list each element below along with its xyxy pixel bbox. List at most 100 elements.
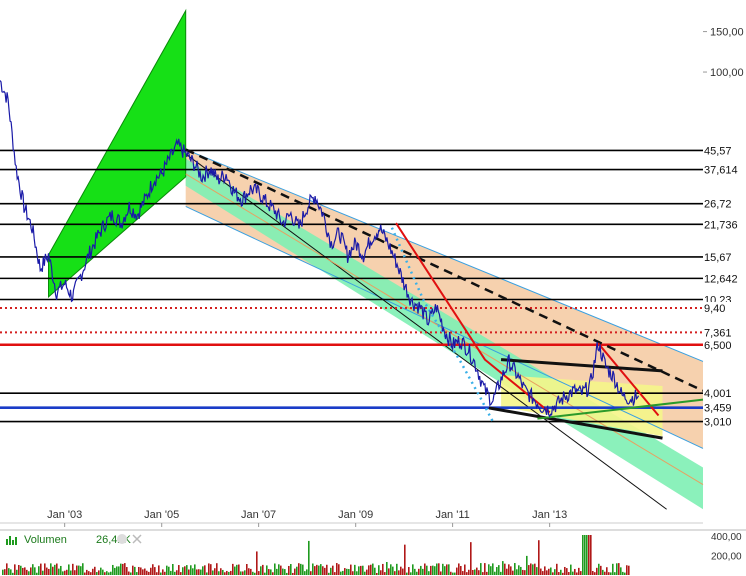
volume-bar xyxy=(394,571,396,575)
volume-bar xyxy=(432,565,434,575)
volume-bar xyxy=(12,572,14,575)
volume-bar xyxy=(94,566,96,575)
volume-bar xyxy=(312,563,314,575)
volume-bar xyxy=(354,564,356,575)
volume-bar xyxy=(150,567,152,575)
volume-bar xyxy=(234,566,236,575)
volume-bar xyxy=(290,564,292,575)
volume-bar xyxy=(244,570,246,575)
volume-bar xyxy=(498,565,500,575)
volume-bar xyxy=(34,567,36,575)
volume-bar xyxy=(74,570,76,575)
volume-bar xyxy=(54,564,56,575)
volume-bar xyxy=(318,565,320,575)
volume-bar xyxy=(256,551,258,575)
volume-bar xyxy=(242,571,244,575)
volume-bar xyxy=(518,565,520,575)
volume-bar xyxy=(342,570,344,575)
volume-bar xyxy=(344,568,346,575)
volume-bar xyxy=(6,563,8,575)
volume-bar xyxy=(412,564,414,575)
volume-bar xyxy=(28,571,30,575)
volume-bar xyxy=(596,567,598,575)
volume-bar xyxy=(258,571,260,575)
volume-bar xyxy=(212,570,214,575)
volume-bar xyxy=(452,572,454,575)
volume-bar xyxy=(88,571,90,575)
volume-bar xyxy=(178,565,180,575)
volume-bar xyxy=(266,565,268,575)
volume-bar xyxy=(228,571,230,575)
volume-bar xyxy=(392,566,394,575)
volume-bar xyxy=(594,572,596,575)
volume-bar xyxy=(304,571,306,575)
volume-bar xyxy=(218,571,220,575)
volume-bar xyxy=(126,567,128,575)
volume-bar xyxy=(166,565,168,575)
x-tick-label-1: Jan '05 xyxy=(144,509,179,521)
volume-bar xyxy=(130,572,132,575)
volume-bar xyxy=(422,568,424,575)
volume-bar xyxy=(230,570,232,575)
volume-bar xyxy=(322,566,324,575)
volume-bar xyxy=(516,569,518,575)
volume-bar xyxy=(470,542,472,575)
volume-bar xyxy=(296,566,298,575)
x-tick-label-0: Jan '03 xyxy=(47,509,82,521)
volume-bar xyxy=(616,563,618,575)
volume-bar xyxy=(430,565,432,575)
volume-bar xyxy=(236,564,238,575)
volume-bar xyxy=(246,564,248,575)
volume-bar xyxy=(482,572,484,575)
volume-bar xyxy=(200,569,202,575)
volume-bar xyxy=(252,571,254,575)
volume-bar xyxy=(110,571,112,575)
volume-bar xyxy=(558,572,560,575)
volume-bar xyxy=(278,564,280,575)
volume-bar xyxy=(360,565,362,575)
volume-bar xyxy=(250,568,252,575)
volume-bar xyxy=(358,566,360,575)
volume-bar xyxy=(168,566,170,575)
volume-bar xyxy=(538,540,540,575)
level-label-10: 4,001 xyxy=(704,388,732,400)
volume-bar xyxy=(510,566,512,575)
volume-bar xyxy=(386,562,388,575)
volume-bar xyxy=(310,571,312,575)
close-icon xyxy=(132,534,142,544)
volume-bar xyxy=(52,566,54,575)
volume-bar xyxy=(462,571,464,575)
volume-bar xyxy=(458,563,460,575)
volume-bar xyxy=(40,563,42,575)
volume-bar xyxy=(528,565,530,575)
volume-bar xyxy=(424,563,426,575)
level-label-7: 9,40 xyxy=(704,303,725,315)
volume-bar xyxy=(80,566,82,575)
volume-bar xyxy=(64,570,66,575)
volume-bar xyxy=(254,572,256,575)
volume-bar xyxy=(328,572,330,575)
volume-bar xyxy=(100,567,102,575)
volume-bar xyxy=(132,565,134,575)
volume-bar xyxy=(460,565,462,575)
volume-bar xyxy=(118,566,120,575)
volume-bar xyxy=(232,563,234,575)
volume-bar xyxy=(450,571,452,575)
dashed-resistance-line xyxy=(185,148,704,392)
volume-bar xyxy=(338,564,340,575)
volume-bar xyxy=(62,571,64,575)
volume-bar xyxy=(508,564,510,575)
volume-bar xyxy=(442,563,444,575)
volume-tick-label-0: 400,00 xyxy=(711,532,742,543)
volume-bar xyxy=(620,567,622,575)
volume-bar xyxy=(348,569,350,575)
volume-bar xyxy=(468,569,470,575)
level-label-9: 6,500 xyxy=(704,340,732,352)
volume-bar xyxy=(628,565,630,575)
volume-bar xyxy=(478,570,480,575)
volume-bar xyxy=(216,563,218,575)
volume-bar xyxy=(456,567,458,575)
volume-bar xyxy=(580,571,582,575)
volume-bar xyxy=(324,567,326,575)
volume-bar xyxy=(522,569,524,575)
